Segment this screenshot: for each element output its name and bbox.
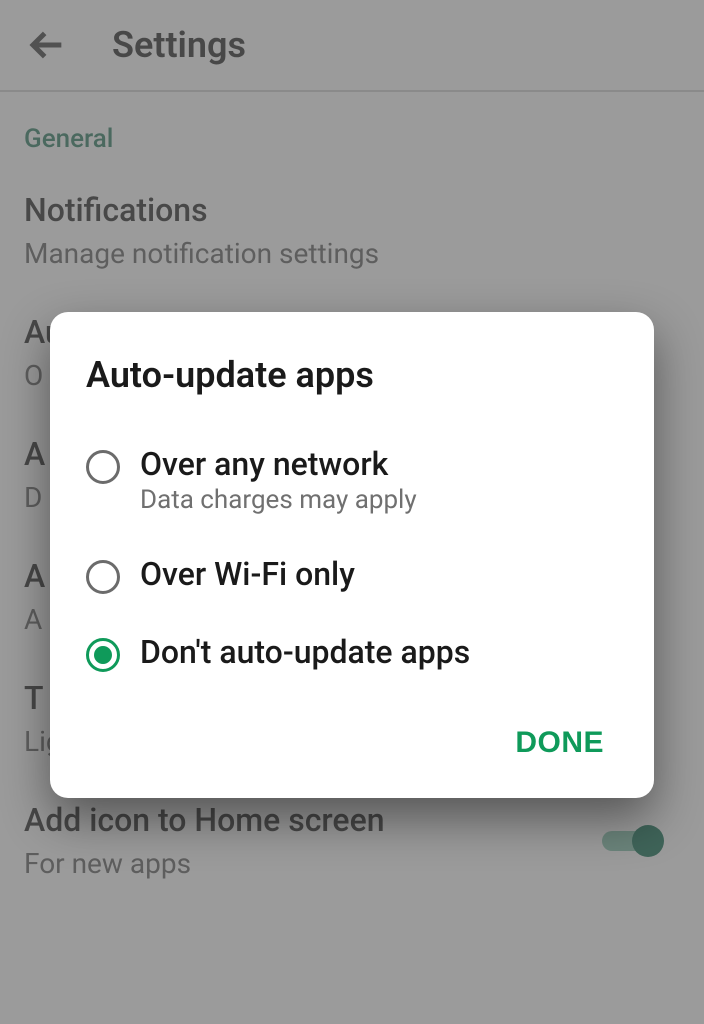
option-over-wifi-only[interactable]: Over Wi-Fi only <box>86 542 618 620</box>
done-button[interactable]: DONE <box>501 716 618 770</box>
option-label: Over any network <box>140 446 417 483</box>
option-dont-auto-update[interactable]: Don't auto-update apps <box>86 620 618 698</box>
option-label: Don't auto-update apps <box>140 634 470 671</box>
auto-update-dialog: Auto-update apps Over any network Data c… <box>50 312 654 798</box>
radio-icon <box>86 560 120 594</box>
radio-icon <box>86 638 120 672</box>
radio-icon <box>86 450 120 484</box>
option-sub: Data charges may apply <box>140 485 417 516</box>
option-label: Over Wi-Fi only <box>140 556 355 593</box>
dialog-title: Auto-update apps <box>86 354 618 396</box>
option-over-any-network[interactable]: Over any network Data charges may apply <box>86 432 618 542</box>
